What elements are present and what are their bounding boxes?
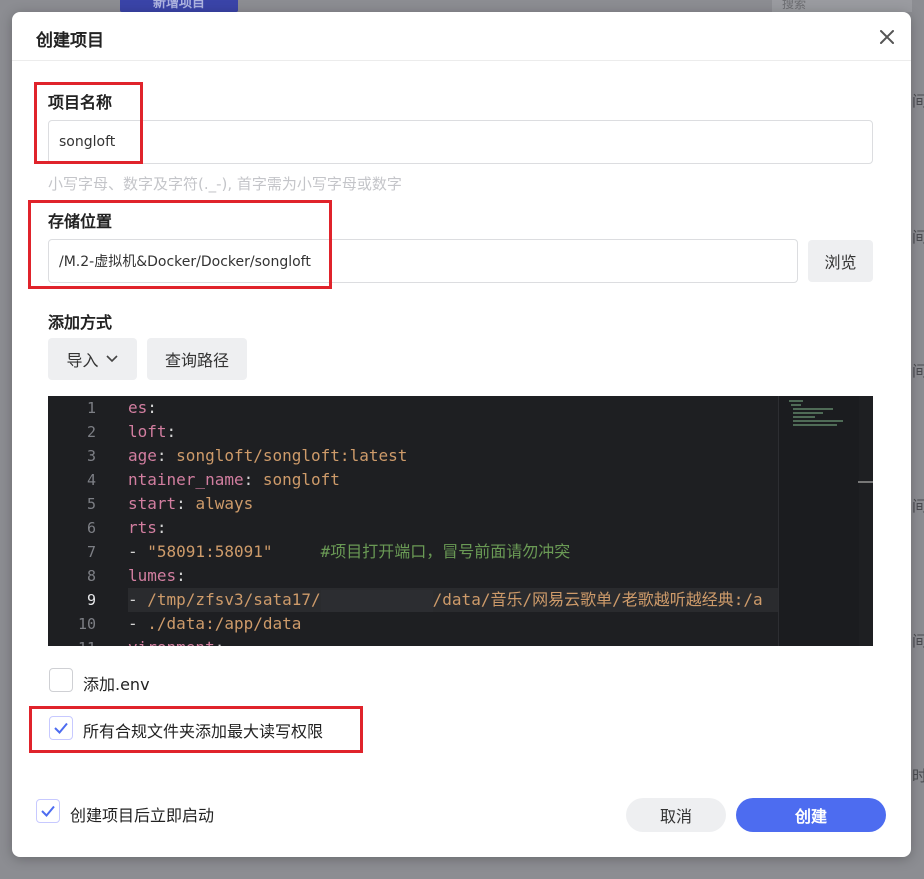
background-peek-text: 时	[912, 767, 924, 785]
close-icon[interactable]	[876, 26, 898, 48]
chevron-down-icon	[105, 355, 118, 363]
code-line: loft:	[128, 422, 177, 441]
add-env-checkbox[interactable]	[49, 668, 73, 692]
background-peek-text: 间	[912, 497, 924, 515]
check-icon	[54, 722, 68, 734]
minimap-line	[791, 404, 801, 406]
import-label: 导入	[66, 351, 99, 370]
code-line: es:	[128, 398, 157, 417]
auto-start-checkbox[interactable]	[36, 799, 60, 823]
background-peek-text: 间	[912, 228, 924, 246]
create-project-dialog: 创建项目 项目名称 小写字母、数字及字符(._-), 首字需为小写字母或数字 存…	[12, 12, 911, 857]
redacted-region	[320, 589, 433, 612]
code-line: - "58091:58091" #项目打开端口，冒号前面请勿冲突	[128, 542, 571, 561]
line-number: 5	[86, 495, 96, 513]
code-line: start: always	[128, 494, 254, 513]
background-add-project-button: 新增项目	[120, 0, 238, 12]
cancel-button[interactable]: 取消	[626, 798, 726, 832]
line-number: 3	[86, 447, 96, 465]
project-name-hint: 小写字母、数字及字符(._-), 首字需为小写字母或数字	[48, 175, 402, 193]
background-peek-text: 间	[912, 632, 924, 650]
create-button[interactable]: 创建	[736, 798, 886, 832]
background-peek-text: 间	[912, 362, 924, 380]
minimap-line	[789, 400, 803, 402]
code-line-active: - /tmp/zfsv3/sata17//data/音乐/网易云歌单/老歌越听越…	[128, 588, 778, 612]
add-env-label: 添加.env	[83, 675, 150, 694]
code-line: rts:	[128, 518, 167, 537]
line-number: 7	[86, 543, 96, 561]
code-line: vironment:	[128, 636, 224, 646]
project-name-label: 项目名称	[48, 93, 113, 112]
line-number: 4	[86, 471, 96, 489]
background-peek-text: 间	[912, 92, 924, 110]
background-search-input: 搜索	[772, 0, 912, 12]
code-line: lumes:	[128, 566, 186, 585]
project-name-input[interactable]	[48, 120, 873, 164]
line-number-gutter: 1 2 3 4 5 6 7 8 9 10 11	[48, 396, 108, 646]
check-icon	[41, 805, 55, 817]
editor-scrollbar-thumb[interactable]	[858, 481, 873, 483]
minimap-line	[793, 408, 833, 410]
line-number: 11	[56, 636, 96, 646]
compose-code-editor[interactable]: 1 2 3 4 5 6 7 8 9 10 11 es: loft: age: s…	[48, 396, 873, 646]
minimap-line	[793, 420, 843, 422]
line-number: 10	[77, 615, 96, 633]
auto-start-label: 创建项目后立即启动	[70, 806, 215, 825]
minimap-line	[793, 412, 823, 414]
import-dropdown-button[interactable]: 导入	[48, 338, 137, 380]
header-divider	[12, 60, 911, 61]
browse-button[interactable]: 浏览	[808, 240, 873, 282]
line-number: 6	[86, 519, 96, 537]
line-number: 1	[86, 399, 96, 417]
storage-location-label: 存储位置	[48, 212, 113, 231]
minimap-line	[793, 416, 815, 418]
code-line: - ./data:/app/data	[128, 614, 302, 633]
editor-minimap[interactable]	[778, 396, 859, 646]
max-permission-checkbox[interactable]	[49, 716, 73, 740]
code-line: age: songloft/songloft:latest	[128, 446, 408, 465]
line-number: 2	[86, 423, 96, 441]
minimap-line	[793, 424, 837, 426]
line-number: 8	[86, 567, 96, 585]
query-path-button[interactable]: 查询路径	[147, 338, 247, 380]
code-line: ntainer_name: songloft	[128, 470, 340, 489]
line-number-active: 9	[86, 591, 96, 609]
dialog-title: 创建项目	[36, 31, 104, 51]
storage-path-input[interactable]	[48, 239, 798, 283]
max-permission-label: 所有合规文件夹添加最大读写权限	[83, 722, 324, 741]
add-method-label: 添加方式	[48, 313, 113, 332]
